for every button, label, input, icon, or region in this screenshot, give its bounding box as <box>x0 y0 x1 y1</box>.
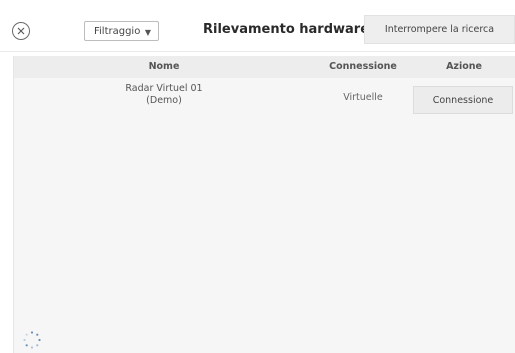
close-icon <box>17 27 25 35</box>
header-divider <box>0 51 515 52</box>
loading-spinner-icon <box>23 331 41 349</box>
device-name-suffix: (Demo) <box>146 95 182 106</box>
caret-down-icon: ▼ <box>144 28 151 37</box>
column-header-action: Azione <box>446 61 482 72</box>
device-name: Radar Virtuel 01 <box>125 83 203 94</box>
header-bar: Filtraggio ▼ Rilevamento hardware Interr… <box>0 0 515 52</box>
page-title: Rilevamento hardware <box>203 22 370 37</box>
filter-dropdown[interactable]: Filtraggio ▼ <box>84 21 159 41</box>
hardware-detection-window: Filtraggio ▼ Rilevamento hardware Interr… <box>0 0 515 353</box>
filter-label: Filtraggio <box>94 25 141 37</box>
column-header-name: Nome <box>148 61 180 72</box>
table-header: Nome Connessione Azione <box>14 56 515 78</box>
table-row: Radar Virtuel 01 (Demo) Virtuelle Connes… <box>14 78 515 118</box>
close-button[interactable] <box>12 22 30 40</box>
connect-button[interactable]: Connessione <box>413 86 513 114</box>
device-table: Nome Connessione Azione Radar Virtuel 01… <box>13 56 515 353</box>
column-header-connection: Connessione <box>329 61 397 72</box>
device-name-cell: Radar Virtuel 01 (Demo) <box>14 83 314 107</box>
connection-type-cell: Virtuelle <box>343 92 383 103</box>
stop-search-button[interactable]: Interrompere la ricerca <box>364 15 515 44</box>
